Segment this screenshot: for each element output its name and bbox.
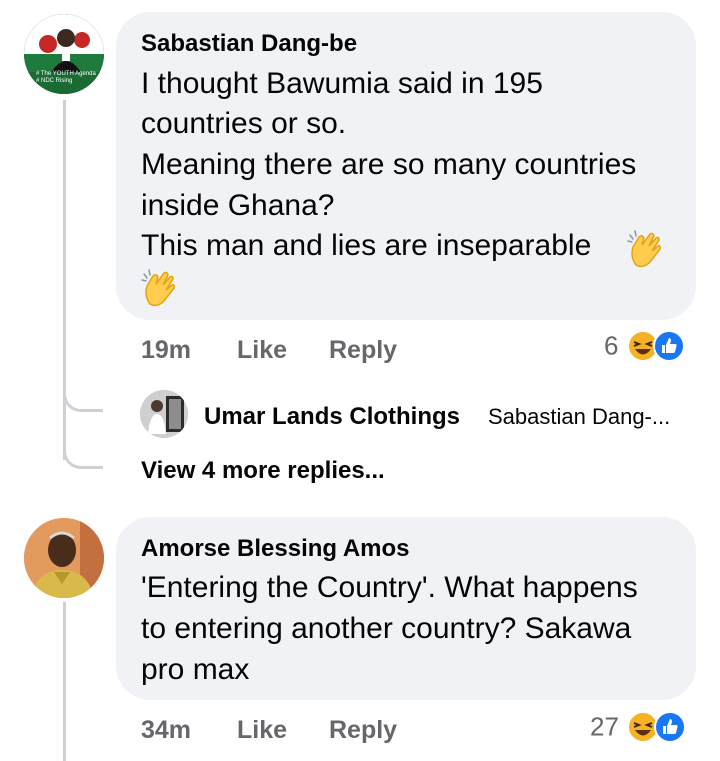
view-more-replies-link[interactable]: View 4 more replies... [141, 457, 385, 485]
comment-line-3: pro max [141, 653, 250, 686]
thread-line-main [63, 100, 66, 460]
avatar-amorse[interactable] [24, 518, 104, 598]
thread-elbow-more [63, 445, 103, 469]
comment-line-1: 'Entering the Country'. What happens [141, 571, 638, 604]
reaction-summary[interactable]: 6 [604, 330, 686, 366]
avatar-caption-2: # NDC Rising [36, 78, 73, 84]
clapping-hands-icon [141, 269, 175, 307]
reply-snippet[interactable]: Sabastian Dang-... [488, 404, 670, 430]
reaction-count: 27 [590, 711, 619, 742]
avatar-caption-1: # The YOUTH Agenda [36, 71, 96, 77]
like-reaction-icon [653, 330, 686, 362]
avatar-sabastian[interactable]: # The YOUTH Agenda # NDC Rising [24, 14, 104, 94]
comment-line-2: to entering another country? Sakawa [141, 612, 632, 645]
like-button[interactable]: Like [237, 716, 287, 745]
comment-author-amorse[interactable]: Amorse Blessing Amos [141, 535, 410, 563]
comment-line-3: Meaning there are so many countries [141, 148, 637, 181]
man-profile-photo-icon [24, 518, 104, 598]
thread-elbow-reply [63, 388, 103, 412]
reply-author[interactable]: Umar Lands Clothings [204, 403, 460, 431]
avatar-umar[interactable] [140, 390, 188, 438]
reaction-count: 6 [604, 330, 619, 361]
comment-line-4: inside Ghana? [141, 189, 335, 222]
comment-time[interactable]: 19m [141, 336, 191, 365]
like-button[interactable]: Like [237, 336, 287, 365]
clapping-hands-icon [627, 230, 661, 268]
reply-button[interactable]: Reply [329, 716, 397, 745]
thread-line-second [63, 602, 66, 761]
comment-line-2: countries or so. [141, 107, 347, 140]
like-reaction-icon [653, 711, 686, 743]
comment-author-sabastian[interactable]: Sabastian Dang-be [141, 30, 357, 58]
reply-button[interactable]: Reply [329, 336, 397, 365]
comment-time[interactable]: 34m [141, 716, 191, 745]
comment-line-1: I thought Bawumia said in 195 [141, 67, 543, 100]
shop-profile-photo-icon [140, 390, 188, 438]
comment-line-5: This man and lies are inseparable [141, 229, 592, 262]
reaction-summary[interactable]: 27 [590, 711, 686, 747]
